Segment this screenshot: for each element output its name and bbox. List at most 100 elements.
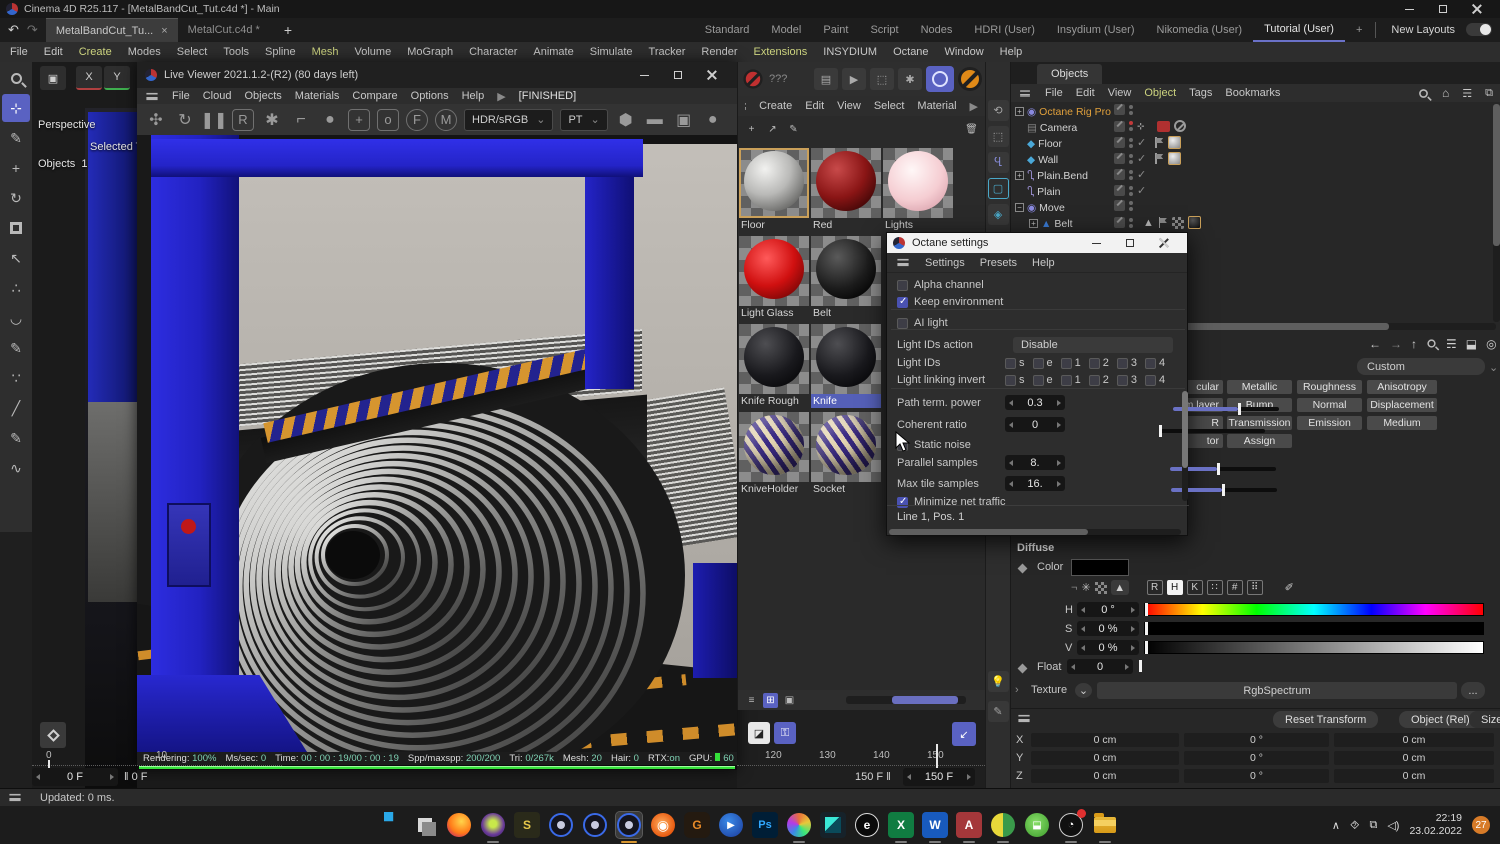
- scale-x-field[interactable]: 0 cm: [1334, 733, 1494, 747]
- phong-tag[interactable]: ▲: [1143, 217, 1154, 229]
- octane-liveviewer-button[interactable]: [926, 66, 954, 92]
- axis-x-button[interactable]: X: [76, 66, 102, 90]
- doc-tab-2[interactable]: MetalCut.c4d *: [178, 18, 270, 42]
- octane-app-icon[interactable]: ◉: [650, 812, 676, 838]
- tree-row-floor[interactable]: ◆ Floor: [1027, 136, 1062, 151]
- color-wheel-icon[interactable]: ✳: [1081, 581, 1090, 594]
- lv-minimize-button[interactable]: [627, 66, 661, 84]
- layer-toggle[interactable]: [1114, 169, 1125, 180]
- tweak-tool[interactable]: ✎: [2, 124, 30, 152]
- undo-icon[interactable]: ↶: [8, 22, 19, 38]
- material-scrollbar[interactable]: [846, 696, 966, 704]
- end-frame-input[interactable]: 150 F: [903, 768, 975, 786]
- visibility-dots[interactable]: [1129, 200, 1133, 211]
- edit-disabled-icon[interactable]: ✎: [987, 701, 1009, 722]
- color-picture-icon[interactable]: ▲: [1110, 580, 1129, 595]
- menu-file[interactable]: File: [10, 46, 28, 58]
- close-button[interactable]: [1460, 0, 1494, 18]
- dialog-vscrollbar[interactable]: [1182, 391, 1188, 501]
- light-id-4-checkbox[interactable]: [1145, 357, 1156, 369]
- pos-y-field[interactable]: 0 cm: [1031, 751, 1179, 765]
- speaker-icon[interactable]: ◁): [1387, 819, 1399, 832]
- lv-menu-options[interactable]: Options: [411, 90, 449, 102]
- bw-preview-icon[interactable]: ◪: [748, 722, 770, 744]
- rotate-tool[interactable]: ↻: [2, 184, 30, 212]
- pen-point-tool[interactable]: ✎: [2, 334, 30, 362]
- mat-menu-view[interactable]: View: [837, 100, 861, 112]
- diffuse-header[interactable]: Diffuse: [1017, 542, 1054, 554]
- microphone-icon[interactable]: ⯑: [1350, 818, 1359, 833]
- dlg-close-button[interactable]: [1147, 234, 1181, 252]
- lv-menu-help[interactable]: Help: [462, 90, 485, 102]
- search-tool[interactable]: [2, 64, 30, 92]
- menu-tools[interactable]: Tools: [223, 46, 249, 58]
- layer-toggle[interactable]: [1114, 153, 1125, 164]
- focus-picker-button[interactable]: F: [406, 108, 428, 131]
- up-icon[interactable]: ↑: [1411, 337, 1417, 351]
- lv-menu-icon[interactable]: [146, 92, 158, 100]
- light-ids-action-dropdown[interactable]: Disable: [1013, 337, 1173, 353]
- circle-icon[interactable]: ●: [702, 109, 724, 131]
- lv-menu-more-icon[interactable]: ▶: [497, 90, 505, 103]
- range-start-marker[interactable]: ‖ 0 F: [124, 771, 148, 783]
- menu-animate[interactable]: Animate: [533, 46, 573, 58]
- small-preview-button[interactable]: o: [377, 108, 399, 131]
- pos-x-field[interactable]: 0 cm: [1031, 733, 1179, 747]
- texture-more-button[interactable]: ...: [1461, 682, 1485, 699]
- tray-chevron-icon[interactable]: ∧: [1332, 819, 1340, 832]
- swatch-mode-button[interactable]: ⠿: [1246, 580, 1263, 595]
- tree-row-camera[interactable]: ▤ Camera: [1027, 120, 1077, 135]
- light-id-1-checkbox[interactable]: [1060, 357, 1072, 369]
- enabled-check[interactable]: ✓: [1137, 152, 1146, 165]
- path-term-input[interactable]: 0.3: [1005, 395, 1065, 410]
- render-view-button[interactable]: ▤: [814, 68, 838, 90]
- pen-dots-tool[interactable]: ∵: [2, 364, 30, 392]
- layer-toggle[interactable]: [1114, 104, 1125, 115]
- tree-row-move[interactable]: − ◉ Move: [1015, 200, 1065, 215]
- dialog-hscrollbar[interactable]: [889, 529, 1181, 535]
- render-view[interactable]: [137, 135, 737, 752]
- objects-tab[interactable]: Objects: [1037, 64, 1103, 84]
- add-layout-button[interactable]: +: [1345, 18, 1373, 42]
- snap-icon[interactable]: ◈: [987, 204, 1009, 225]
- material-red[interactable]: Red: [811, 148, 881, 232]
- excel-icon[interactable]: X: [888, 812, 914, 843]
- render-region-button[interactable]: ⬚: [870, 68, 894, 90]
- menu-character[interactable]: Character: [469, 46, 517, 58]
- camera-tag[interactable]: [1156, 120, 1170, 132]
- new-layouts-label[interactable]: New Layouts: [1380, 18, 1466, 42]
- uv-tag[interactable]: [1171, 216, 1184, 229]
- obs-icon[interactable]: ◔: [1058, 809, 1086, 843]
- emeditor-icon[interactable]: e: [854, 812, 880, 838]
- texture-expand-icon[interactable]: ›: [1015, 684, 1019, 696]
- material-ball-icon[interactable]: ●: [319, 109, 341, 131]
- dlg-maximize-button[interactable]: [1113, 234, 1147, 252]
- material-light-glass[interactable]: Light Glass: [739, 236, 809, 320]
- tree-row-plain-bend[interactable]: + Ⴂ Plain.Bend: [1015, 168, 1088, 183]
- lv-menu-cloud[interactable]: Cloud: [203, 90, 232, 102]
- redo-icon[interactable]: ↷: [27, 22, 38, 38]
- coherent-slider[interactable]: [1158, 425, 1265, 437]
- channel-medium[interactable]: Medium: [1367, 416, 1437, 430]
- float-key-icon[interactable]: [1017, 663, 1028, 674]
- material-tag[interactable]: [1187, 216, 1201, 229]
- channel-normal[interactable]: Normal: [1297, 398, 1362, 412]
- kernel-dropdown[interactable]: PT ⌄: [560, 108, 608, 131]
- color-key-icon[interactable]: [1017, 563, 1028, 574]
- attr-search-icon[interactable]: [1427, 339, 1436, 348]
- fcurve-icon[interactable]: ↙: [952, 722, 976, 746]
- attr-filter-icon[interactable]: ☴: [1446, 337, 1457, 351]
- light-id-3-checkbox[interactable]: [1116, 357, 1128, 369]
- material-kniveholder[interactable]: KniveHolder: [739, 412, 809, 496]
- colorspace-dropdown[interactable]: HDR/sRGB ⌄: [464, 108, 554, 131]
- dialog-menu-icon[interactable]: [897, 258, 909, 267]
- material-picker-button[interactable]: M: [435, 108, 457, 131]
- menu-render[interactable]: Render: [701, 46, 737, 58]
- cinema4d-icon-1[interactable]: [548, 812, 574, 838]
- layout-tab-nikomedia[interactable]: Nikomedia (User): [1146, 18, 1254, 42]
- octane-spinner-icon[interactable]: ✣: [145, 109, 167, 131]
- dialog-titlebar[interactable]: Octane settings: [887, 233, 1187, 253]
- no-render-icon[interactable]: [743, 69, 763, 89]
- range-end-marker[interactable]: 150 F ‖: [855, 771, 891, 783]
- lv-maximize-button[interactable]: [661, 66, 695, 84]
